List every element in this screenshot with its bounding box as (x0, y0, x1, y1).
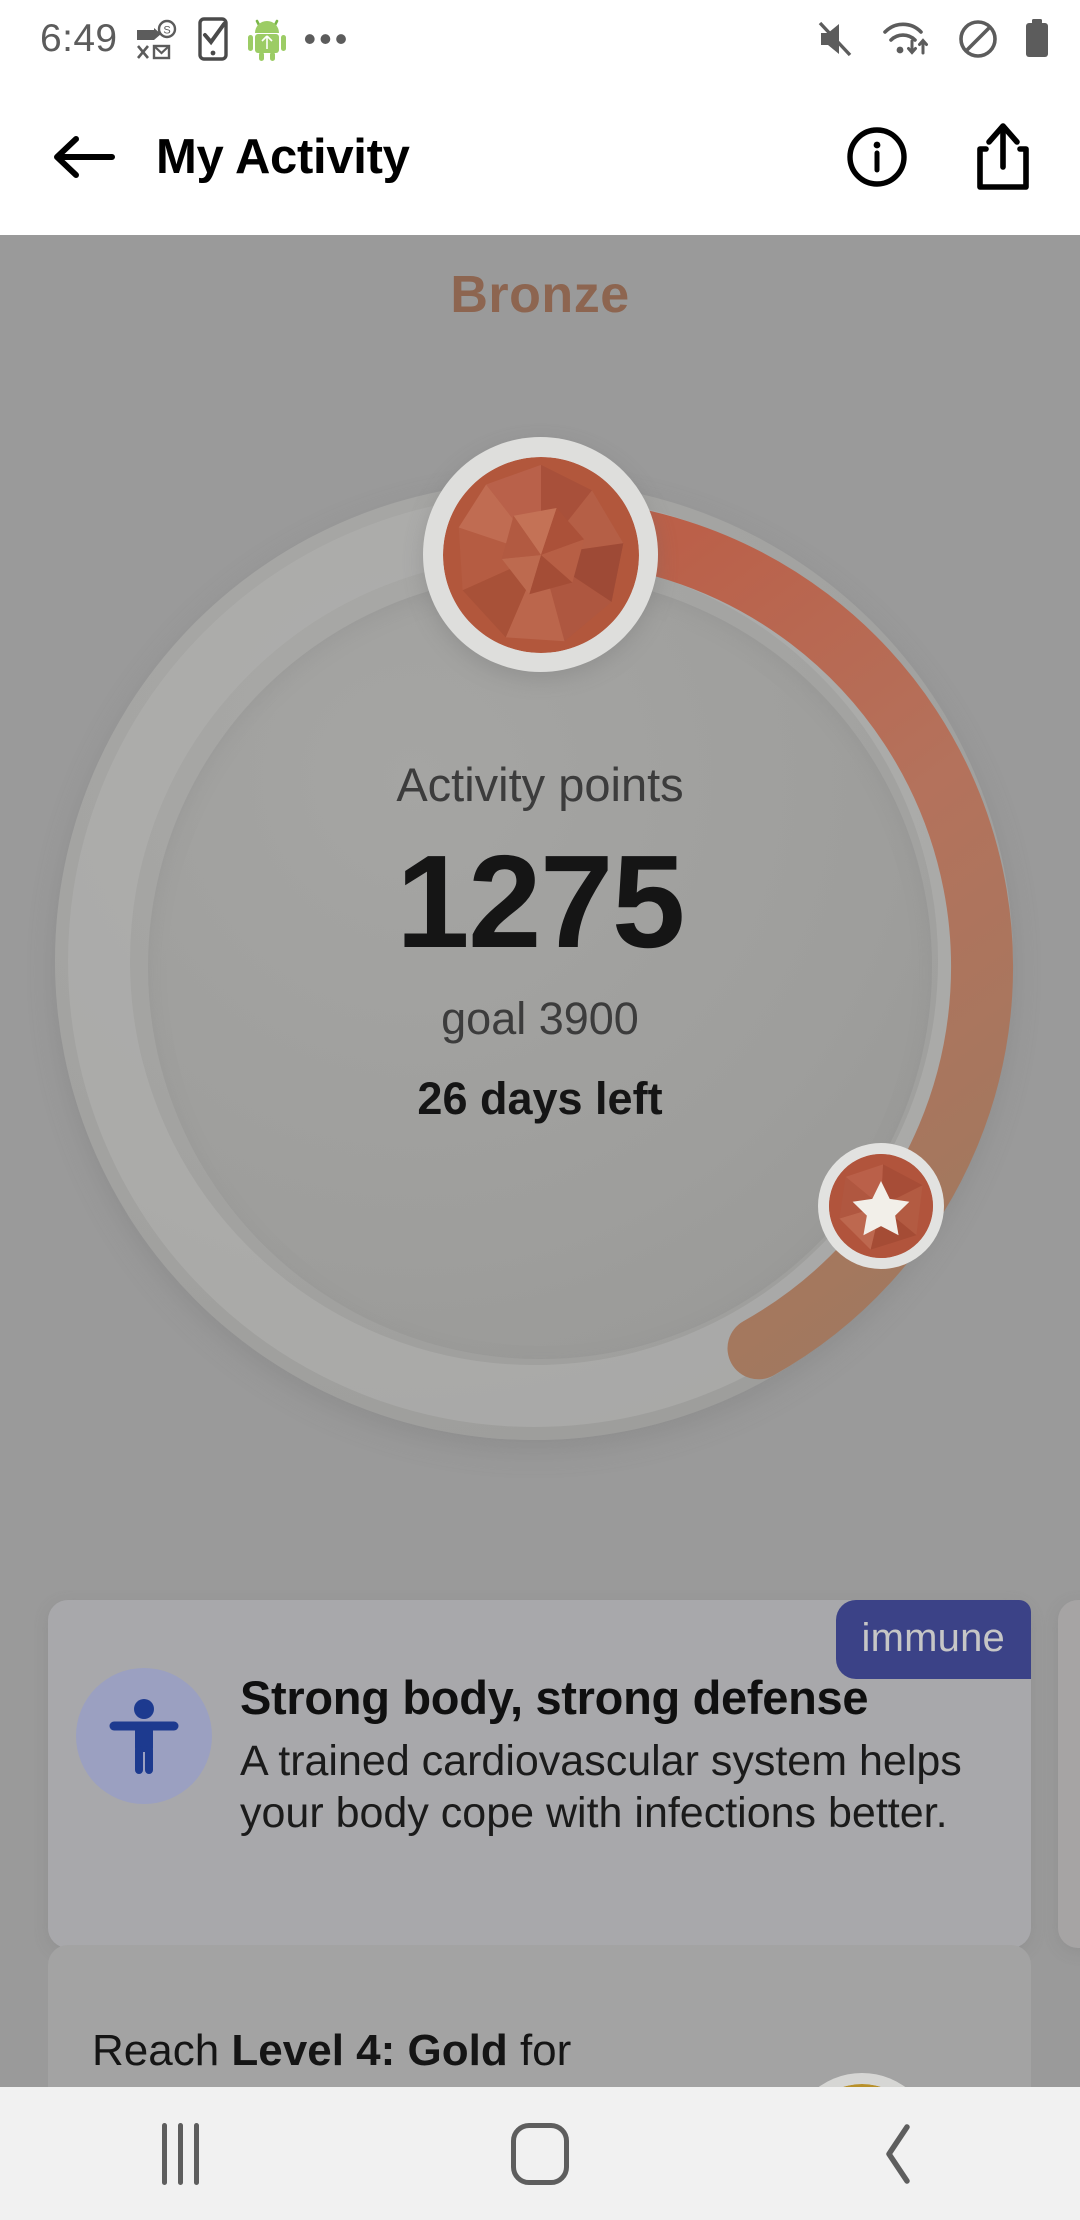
share-button[interactable] (962, 116, 1044, 198)
recents-icon (161, 2122, 199, 2185)
system-nav-bar (0, 2087, 1080, 2220)
back-arrow-icon (54, 135, 115, 178)
battery-full-icon (1022, 17, 1052, 61)
activity-points-gauge[interactable]: Activity points 1275 goal 3900 26 days l… (40, 437, 1040, 1467)
status-bar-left: 6:49 S ••• (40, 16, 350, 62)
back-chevron-icon (886, 2123, 910, 2184)
status-bar-right (816, 17, 1052, 61)
more-notifications-icon: ••• (303, 18, 351, 59)
level-name-label: Bronze (450, 266, 630, 324)
activity-content: Bronze Activity points 1275 goal 3900 26… (0, 235, 1080, 2087)
bronze-gem-badge (423, 437, 658, 672)
days-left-label: 26 days left (417, 1072, 663, 1124)
insight-card[interactable]: immune Strong body, strong defense A tra… (48, 1600, 1031, 1948)
insight-card-title: Strong body, strong defense (240, 1671, 869, 1724)
insight-cards-carousel[interactable]: immune Strong body, strong defense A tra… (0, 1600, 1080, 1948)
home-icon (511, 2122, 569, 2185)
star-milestone-badge (818, 1143, 944, 1269)
share-icon (977, 122, 1029, 190)
nav-back-button[interactable] (720, 2087, 1080, 2220)
android-robot-icon (246, 16, 288, 62)
wifi-data-icon (882, 19, 934, 59)
next-level-prefix: Reach (92, 2026, 232, 2075)
gold-gem-badge (788, 2073, 936, 2087)
insight-card-next[interactable] (1058, 1600, 1080, 1948)
star-milestone-icon (829, 1154, 933, 1258)
insight-card-text: Strong body, strong defense A trained ca… (240, 1668, 997, 1840)
activity-points-value: 1275 (396, 828, 685, 975)
task-check-icon (196, 17, 230, 61)
insight-card-row: Strong body, strong defense A trained ca… (76, 1668, 997, 1840)
next-level-name: Level 4: Gold (231, 2026, 508, 2075)
avatar (76, 1668, 212, 1804)
bronze-gem-icon (442, 456, 639, 653)
app-bar-actions (836, 116, 1044, 198)
page-title: My Activity (156, 129, 410, 184)
sms-blocked-icon: S (134, 18, 180, 60)
app-bar: My Activity (0, 78, 1080, 235)
accessibility-person-icon (109, 1699, 179, 1774)
info-circle-icon (847, 126, 907, 187)
activity-goal-label: goal 3900 (441, 992, 639, 1044)
nav-recents-button[interactable] (0, 2087, 360, 2220)
svg-text:S: S (163, 25, 170, 37)
status-bar: 6:49 S ••• (0, 0, 1080, 78)
activity-points-label: Activity points (396, 758, 684, 811)
status-bar-clock: 6:49 (40, 17, 118, 60)
info-button[interactable] (836, 116, 918, 198)
do-not-disturb-icon (956, 17, 1000, 61)
nav-home-button[interactable] (360, 2087, 720, 2220)
next-level-card[interactable]: Reach Level 4: Gold for powerful fitness… (48, 1945, 1031, 2087)
mute-icon (816, 19, 860, 59)
back-button[interactable] (40, 111, 132, 203)
next-level-text: Reach Level 4: Gold for powerful fitness… (92, 2023, 692, 2087)
insight-card-body: A trained cardiovascular system helps yo… (240, 1736, 962, 1838)
gauge-center-text: Activity points 1275 goal 3900 26 days l… (200, 757, 880, 1125)
